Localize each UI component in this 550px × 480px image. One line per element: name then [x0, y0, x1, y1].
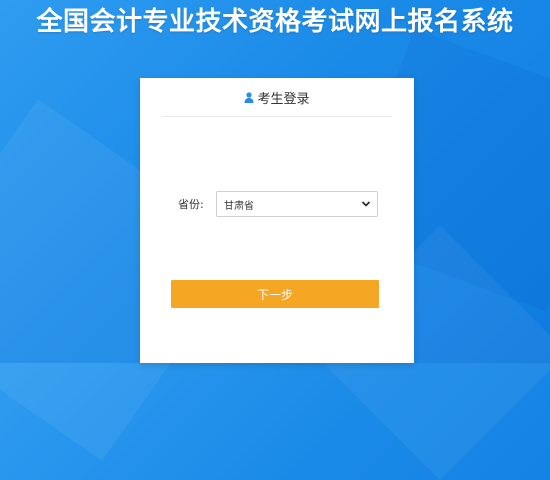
- login-card-header: 考生登录: [162, 78, 392, 117]
- province-select-value: 甘肃省: [224, 200, 254, 212]
- site-title: 全国会计专业技术资格考试网上报名系统: [36, 7, 514, 37]
- login-card: 考生登录 省份: 甘肃省 下一步: [140, 78, 414, 363]
- next-step-button[interactable]: 下一步: [171, 280, 379, 308]
- province-field: 省份: 甘肃省: [178, 191, 378, 217]
- province-label: 省份:: [178, 198, 204, 211]
- login-card-title: 考生登录: [257, 91, 310, 107]
- user-icon: [244, 91, 254, 103]
- province-select[interactable]: 甘肃省: [216, 191, 378, 217]
- chevron-down-icon: [361, 200, 371, 208]
